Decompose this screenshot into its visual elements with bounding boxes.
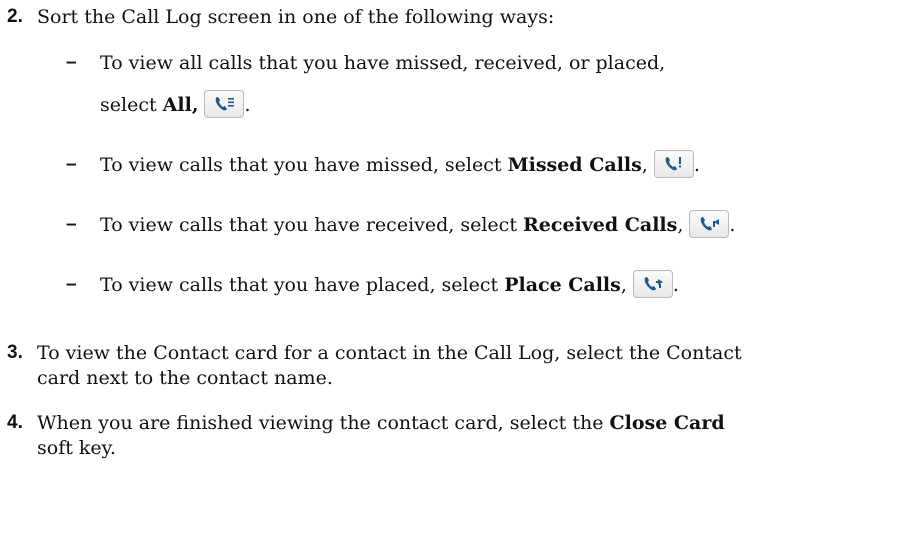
- received-calls-button[interactable]: [689, 210, 730, 238]
- missed-calls-icon: [665, 157, 681, 171]
- step-number: 4.: [7, 412, 23, 433]
- step-text: soft key.: [37, 437, 116, 459]
- option-text: select: [100, 94, 163, 116]
- period: .: [729, 214, 736, 236]
- option-bold: Missed Calls: [507, 154, 642, 176]
- option-text: To view all calls that you have missed, …: [100, 52, 666, 74]
- option-bold: All,: [162, 94, 199, 116]
- all-calls-button[interactable]: [204, 90, 245, 118]
- step-text: When you are finished viewing the contac…: [37, 412, 610, 434]
- option-bold: Place Calls: [504, 274, 621, 296]
- step-text: card next to the contact name.: [37, 367, 333, 389]
- step-text: Sort the Call Log screen in one of the f…: [37, 6, 555, 28]
- period: .: [244, 94, 251, 116]
- received-calls-icon: [701, 217, 720, 231]
- placed-calls-button[interactable]: [632, 270, 673, 298]
- period: .: [693, 154, 700, 176]
- dash-bullet: –: [66, 274, 77, 295]
- comma: ,: [677, 214, 684, 236]
- step-number: 3.: [7, 342, 23, 363]
- comma: ,: [620, 274, 627, 296]
- option-bold: Received Calls: [523, 214, 678, 236]
- step-number: 2.: [7, 6, 23, 27]
- placed-calls-icon: [644, 277, 663, 291]
- option-text: To view calls that you have placed, sele…: [100, 274, 505, 296]
- all-calls-icon: [216, 97, 235, 111]
- period: .: [672, 274, 679, 296]
- dash-bullet: –: [66, 154, 77, 175]
- dash-bullet: –: [66, 52, 77, 73]
- comma: ,: [641, 154, 648, 176]
- option-text: To view calls that you have received, se…: [100, 214, 523, 236]
- missed-calls-button[interactable]: [653, 150, 694, 178]
- step-text: To view the Contact card for a contact i…: [37, 342, 742, 364]
- instructions-page: 2. Sort the Call Log screen in one of th…: [0, 0, 903, 542]
- dash-bullet: –: [66, 214, 77, 235]
- option-text: To view calls that you have missed, sele…: [100, 154, 508, 176]
- step-bold: Close Card: [609, 412, 725, 434]
